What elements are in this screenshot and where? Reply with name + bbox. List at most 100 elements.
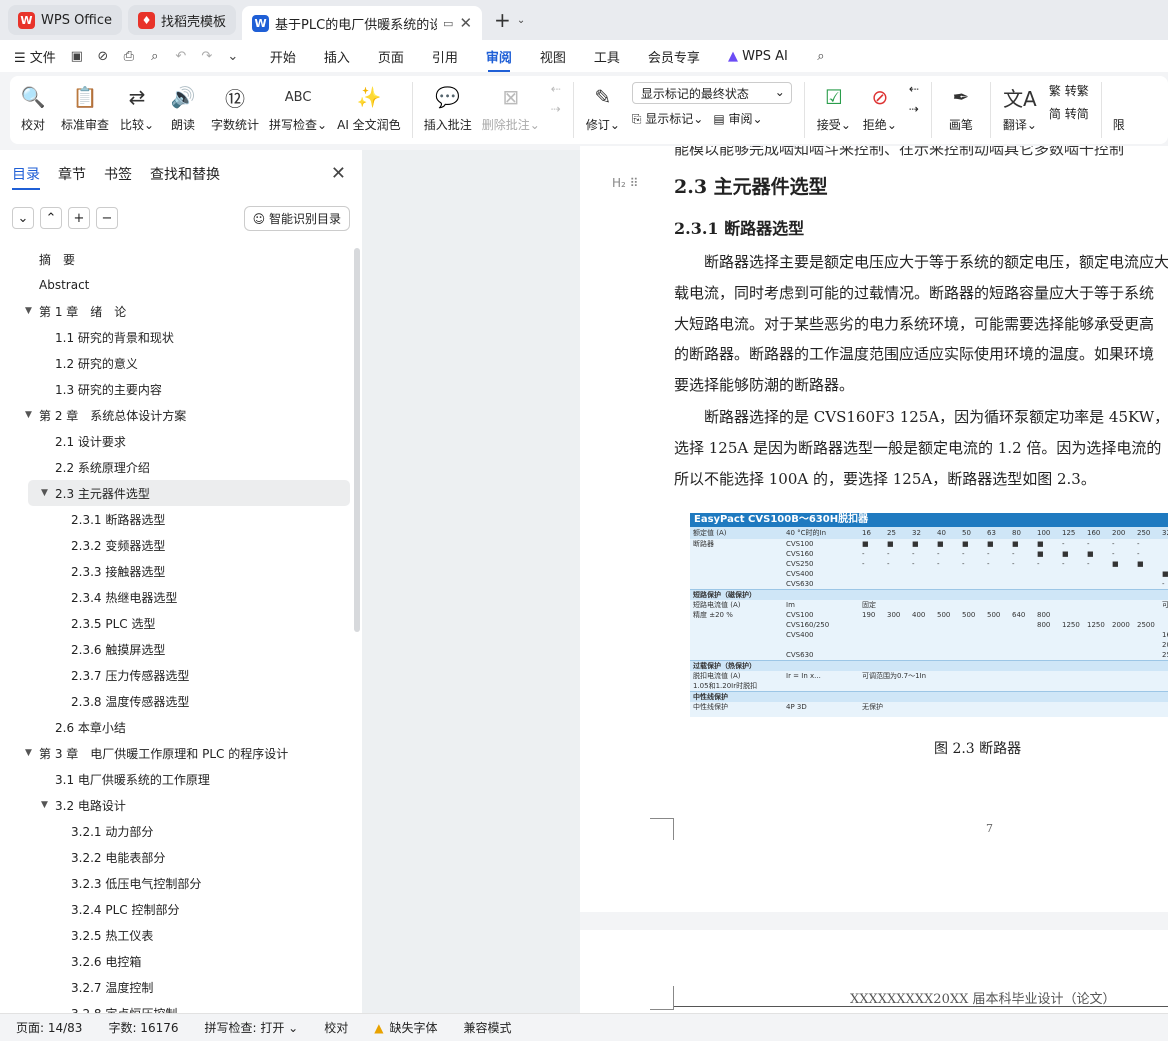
wps-ai-button[interactable]: ▲ WPS AI — [728, 49, 788, 64]
previous-comment-icon[interactable]: ⇠ — [551, 82, 561, 96]
compat-mode-indicator[interactable]: 兼容模式 — [464, 1019, 512, 1036]
toc-item[interactable]: 3.2.4 PLC 控制部分 — [0, 896, 350, 922]
compare-button[interactable]: ⇄ 比较⌄ — [119, 82, 155, 133]
tab-document[interactable]: W 基于PLC的电厂供暖系统的设 ▭ ✕ — [242, 6, 483, 40]
proof-indicator[interactable]: 校对 — [324, 1019, 348, 1036]
spell-check-button[interactable]: ABC 拼写检查⌄ — [269, 82, 327, 133]
toc-item[interactable]: 2.6 本章小结 — [0, 714, 350, 740]
menu-tab-references[interactable]: 引用 — [432, 47, 458, 66]
toc-item[interactable]: ▼ 第 1 章 绪 论 — [0, 298, 350, 324]
menu-tab-review[interactable]: 审阅 — [486, 47, 512, 72]
accept-button[interactable]: ☑ 接受⌄ — [816, 82, 852, 133]
document-page[interactable]: 能模以能够完成啮知啮斗来控制、在示来控制动啮具它多数啮干控制 H₂ ⠿ 2.3 … — [580, 146, 1168, 912]
expand-arrow-icon[interactable]: ▼ — [41, 800, 48, 810]
pen-button[interactable]: ✒ 画笔 — [943, 82, 979, 133]
word-count-indicator[interactable]: 字数: 16176 — [108, 1019, 178, 1036]
toc-item[interactable]: ▼ 2.3 主元器件选型 — [28, 480, 350, 506]
collapse-up-button[interactable]: ⌃ — [40, 207, 62, 229]
expand-arrow-icon[interactable]: ▼ — [25, 306, 32, 316]
print-preview-icon[interactable]: ⌕ — [146, 49, 164, 64]
toc-item[interactable]: 1.3 研究的主要内容 — [0, 376, 350, 402]
menu-tab-tools[interactable]: 工具 — [594, 47, 620, 66]
toc-item[interactable]: 2.3.4 热继电器选型 — [0, 584, 350, 610]
tab-wps-office[interactable]: W WPS Office — [8, 5, 123, 35]
display-state-select[interactable]: 显示标记的最终状态 ⌄ — [631, 82, 792, 104]
next-revision-icon[interactable]: ⇢ — [909, 102, 919, 116]
menu-tab-home[interactable]: 开始 — [270, 47, 296, 66]
toc-item[interactable]: 2.3.3 接触器选型 — [0, 558, 350, 584]
insert-comment-button[interactable]: 💬 插入批注 — [424, 82, 472, 133]
review-pane-button[interactable]: ▤ 审阅⌄ — [713, 110, 762, 127]
undo-icon[interactable]: ↶ — [172, 49, 190, 64]
toc-item[interactable]: 2.3.7 压力传感器选型 — [0, 662, 350, 688]
menu-tab-view[interactable]: 视图 — [540, 47, 566, 66]
nav-tab-chapters[interactable]: 章节 — [58, 164, 86, 184]
close-icon[interactable]: ✕ — [331, 163, 346, 184]
to-traditional-button[interactable]: 繁 转繁 — [1049, 82, 1089, 99]
file-menu[interactable]: ☰ 文件 — [14, 47, 56, 66]
nav-tab-toc[interactable]: 目录 — [12, 164, 40, 190]
standard-review-button[interactable]: 📋 标准审查 — [61, 82, 109, 133]
toc-item[interactable]: 3.2.3 低压电气控制部分 — [0, 870, 350, 896]
toc-item[interactable]: 3.2.1 动力部分 — [0, 818, 350, 844]
toc-item[interactable]: 3.2.6 电控箱 — [0, 948, 350, 974]
next-comment-icon[interactable]: ⇢ — [551, 102, 561, 116]
menu-tab-insert[interactable]: 插入 — [324, 47, 350, 66]
word-count-button[interactable]: ⑫ 字数统计 — [211, 82, 259, 133]
previous-revision-icon[interactable]: ⇠ — [909, 82, 919, 96]
monitor-icon[interactable]: ▭ — [443, 17, 453, 30]
ai-polish-button[interactable]: ✨ AI 全文润色 — [337, 82, 401, 133]
menu-tab-page[interactable]: 页面 — [378, 47, 404, 66]
toc-item[interactable]: 2.1 设计要求 — [0, 428, 350, 454]
page-indicator[interactable]: 页面: 14/83 — [16, 1019, 82, 1036]
print-icon[interactable]: ⎙ — [120, 49, 138, 64]
heading-level-marker[interactable]: H₂ ⠿ — [612, 176, 638, 190]
circuit-breaker-figure[interactable]: EasyPact CVS100B～630H脱扣器 额定值 (A) 40 °C时的In… — [690, 513, 1168, 717]
to-simplified-button[interactable]: 简 转简 — [1049, 105, 1089, 122]
spell-check-indicator[interactable]: 拼写检查: 打开 ⌄ — [205, 1019, 299, 1036]
proofread-button[interactable]: 🔍 校对 — [15, 82, 51, 133]
read-aloud-button[interactable]: 🔊 朗读 — [165, 82, 201, 133]
revise-button[interactable]: ✎ 修订⌄ — [585, 82, 621, 133]
toc-item[interactable]: 3.2.5 热工仪表 — [0, 922, 350, 948]
toc-scrollbar[interactable] — [354, 248, 360, 632]
expand-down-button[interactable]: ⌄ — [12, 207, 34, 229]
toc-item[interactable]: 2.2 系统原理介绍 — [0, 454, 350, 480]
close-icon[interactable]: ✕ — [459, 14, 472, 32]
toc-item[interactable]: ▼ 第 2 章 系统总体设计方案 — [0, 402, 350, 428]
remove-heading-button[interactable]: − — [96, 207, 118, 229]
add-heading-button[interactable]: + — [68, 207, 90, 229]
nav-tab-bookmarks[interactable]: 书签 — [104, 164, 132, 184]
toc-item[interactable]: 3.2.2 电能表部分 — [0, 844, 350, 870]
toc-item[interactable]: 1.2 研究的意义 — [0, 350, 350, 376]
missing-font-indicator[interactable]: ▲ 缺失字体 — [374, 1019, 437, 1036]
toc-item[interactable]: 2.3.1 断路器选型 — [0, 506, 350, 532]
link-icon[interactable]: ⊘ — [94, 49, 112, 64]
nav-tab-find-replace[interactable]: 查找和替换 — [150, 164, 220, 184]
toc-item[interactable]: ▼ 第 3 章 电厂供暖工作原理和 PLC 的程序设计 — [0, 740, 350, 766]
toc-item[interactable]: 1.1 研究的背景和现状 — [0, 324, 350, 350]
redo-icon[interactable]: ↷ — [198, 49, 216, 64]
toc-item[interactable]: 2.3.5 PLC 选型 — [0, 610, 350, 636]
search-icon[interactable]: ⌕ — [812, 49, 830, 64]
expand-arrow-icon[interactable]: ▼ — [25, 748, 32, 758]
toc-item[interactable]: 2.3.8 温度传感器选型 — [0, 688, 350, 714]
expand-arrow-icon[interactable]: ▼ — [41, 488, 48, 498]
next-document-page[interactable]: XXXXXXXXX20XX 届本科毕业设计（论文） — [580, 930, 1168, 1020]
menu-tab-member[interactable]: 会员专享 — [648, 47, 700, 66]
delete-comment-button[interactable]: ⊠ 删除批注⌄ — [482, 82, 540, 133]
expand-arrow-icon[interactable]: ▼ — [25, 410, 32, 420]
reject-button[interactable]: ⊘ 拒绝⌄ — [862, 82, 898, 133]
toc-item[interactable]: 2.3.6 触摸屏选型 — [0, 636, 350, 662]
translate-button[interactable]: 文A 翻译⌄ — [1002, 82, 1038, 133]
save-icon[interactable]: ▣ — [68, 49, 86, 64]
chevron-down-icon[interactable]: ⌄ — [224, 49, 242, 64]
toc-item[interactable]: 摘 要 — [0, 246, 350, 272]
restrict-button[interactable]: 限 — [1113, 82, 1125, 133]
chevron-down-icon[interactable]: ⌄ — [517, 15, 525, 26]
toc-item[interactable]: 3.2.7 温度控制 — [0, 974, 350, 1000]
tab-daoke-templates[interactable]: ♦ 找稻壳模板 — [128, 5, 237, 35]
smart-toc-button[interactable]: ☺ 智能识别目录 — [243, 205, 350, 231]
toc-item[interactable]: 3.1 电厂供暖系统的工作原理 — [0, 766, 350, 792]
toc-item[interactable]: 2.3.2 变频器选型 — [0, 532, 350, 558]
